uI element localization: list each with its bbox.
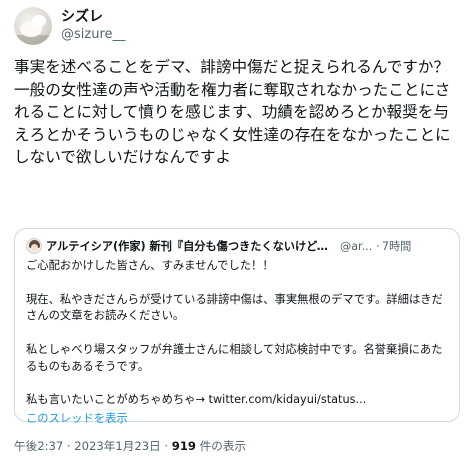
avatar[interactable] [14,7,52,45]
author-display-name[interactable]: シズレ [61,9,126,26]
author-names: シズレ @sizure__ [61,9,126,43]
quoted-separator: · [376,239,380,253]
tweet-timestamp[interactable]: 午後2:37 · 2023年1月23日 · [14,439,172,453]
quoted-author-handle: @ar... [340,239,373,253]
views-label: 件の表示 [195,439,247,453]
quoted-time: 7時間 [381,240,412,253]
tweet-meta: 午後2:37 · 2023年1月23日 · 919 件の表示 [14,438,246,454]
quoted-tweet[interactable]: アルテイシア(作家) 新刊『自分も傷つきたくないけど、他人... @ar... … [14,228,460,425]
tweet-text: 事実を述べることをデマ、誹謗中傷だと捉えられるんですか？ 一般の女性達の声や活動… [14,58,451,166]
tweet-header: シズレ @sizure__ [14,6,460,46]
show-thread-link[interactable]: このスレッドを表示 [26,411,448,427]
quoted-author-name: アルテイシア(作家) 新刊『自分も傷つきたくないけど、他人... [46,240,336,253]
author-handle[interactable]: @sizure__ [61,26,126,43]
quoted-tweet-header: アルテイシア(作家) 新刊『自分も傷つきたくないけど、他人... @ar... … [26,238,448,254]
quoted-tweet-text: ご心配おかけした皆さん、すみませんでした！！ 現在、私やきださんらが受けている誹… [26,259,443,407]
views-count: 919 [171,439,196,453]
quoted-avatar [26,238,42,254]
